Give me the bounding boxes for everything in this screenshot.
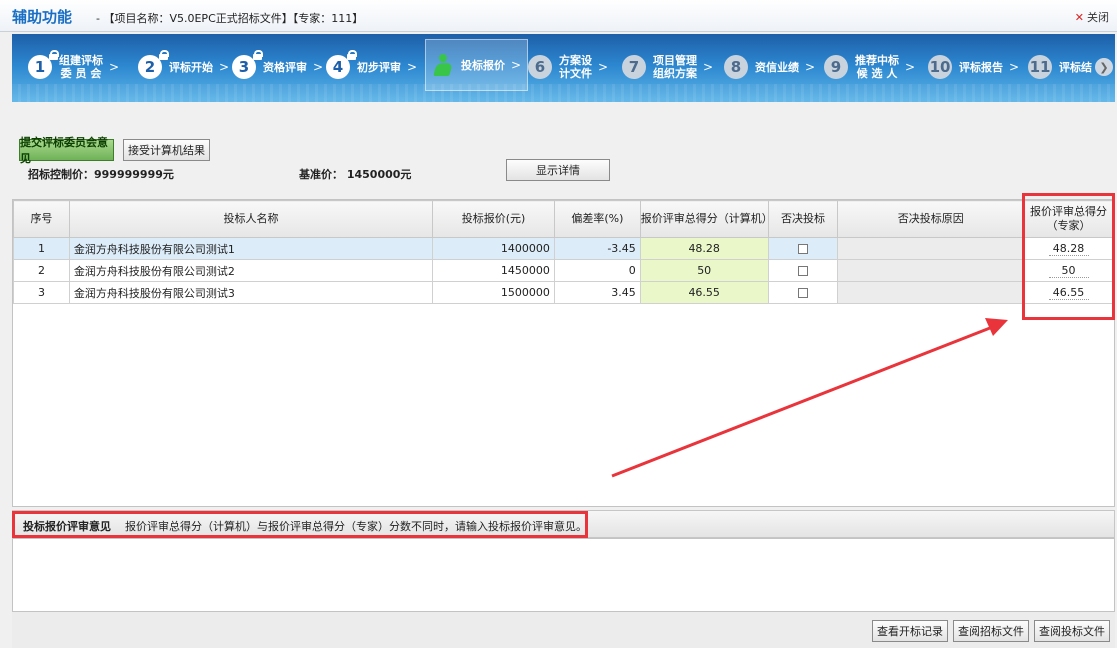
view-bid-doc-button[interactable]: 查阅投标文件 (1034, 620, 1110, 642)
opinion-hint: 报价评审总得分（计算机）与报价评审总得分（专家）分数不同时，请输入投标报价评审意… (125, 520, 587, 533)
arrow-line (611, 326, 991, 478)
opinion-title: 投标报价评审意见 (23, 520, 111, 533)
opinion-textarea[interactable] (12, 538, 1115, 612)
opinion-header: 投标报价评审意见 报价评审总得分（计算机）与报价评审总得分（专家）分数不同时，请… (12, 510, 1115, 538)
footer-bar: 查看开标记录 查阅招标文件 查阅投标文件 (12, 612, 1115, 648)
view-open-record-button[interactable]: 查看开标记录 (872, 620, 948, 642)
view-tender-doc-button[interactable]: 查阅招标文件 (953, 620, 1029, 642)
